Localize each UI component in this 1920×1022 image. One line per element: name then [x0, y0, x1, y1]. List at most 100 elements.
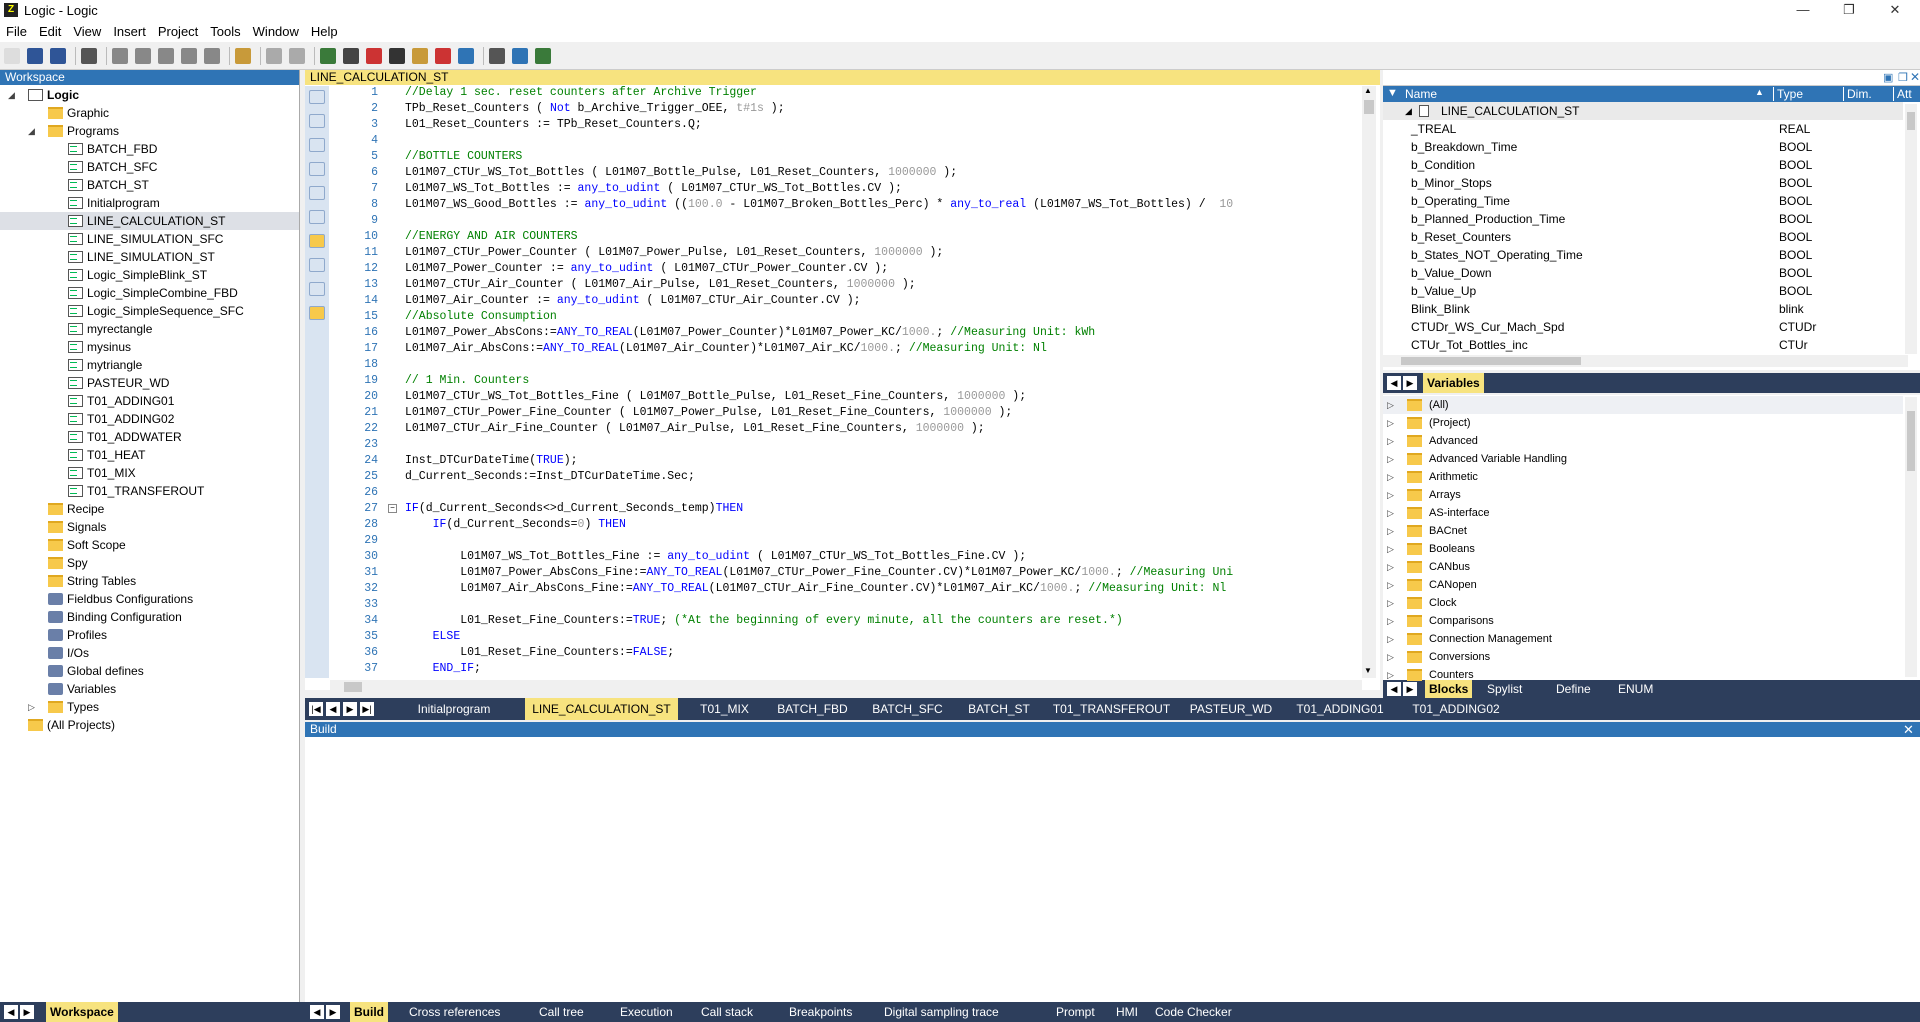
find-icon[interactable]	[235, 48, 251, 64]
lib-prev-button[interactable]: ◀	[1387, 682, 1401, 696]
code-line[interactable]: L01M07_CTUr_Air_Counter ( L01M07_Air_Pul…	[405, 278, 916, 291]
tab-prompt[interactable]: Prompt	[1056, 1002, 1095, 1022]
variable-row[interactable]: b_Operating_Time BOOL	[1383, 192, 1903, 210]
code-line[interactable]: L01M07_WS_Tot_Bottles_Fine := any_to_udi…	[405, 550, 1026, 563]
collapsed-icon[interactable]: ▷	[1387, 414, 1394, 432]
variable-row[interactable]: b_Minor_Stops BOOL	[1383, 174, 1903, 192]
code-area[interactable]: 1 //Delay 1 sec. reset counters after Arc…	[330, 86, 1360, 678]
collapsed-icon[interactable]: ▷	[1387, 396, 1394, 414]
code-line[interactable]: L01M07_Air_AbsCons_Fine:=ANY_TO_REAL(L01…	[405, 582, 1226, 595]
indent-icon[interactable]	[309, 162, 325, 176]
menu-file[interactable]: File	[0, 22, 33, 41]
library-item[interactable]: ▷ Counters	[1383, 666, 1903, 684]
menu-view[interactable]: View	[67, 22, 107, 41]
paste-icon[interactable]	[309, 114, 325, 128]
library-item[interactable]: ▷ Comparisons	[1383, 612, 1903, 630]
code-line[interactable]: d_Current_Seconds:=Inst_DTCurDateTime.Se…	[405, 470, 695, 483]
font-size-icon[interactable]	[309, 90, 325, 104]
variable-row[interactable]: b_Value_Up BOOL	[1383, 282, 1903, 300]
tree-item[interactable]: ◢ Logic	[0, 86, 299, 104]
block-icon[interactable]	[309, 234, 325, 248]
editor-tab[interactable]: Initialprogram	[395, 698, 513, 720]
tree-item[interactable]: mysinus	[0, 338, 299, 356]
next-tab-button[interactable]: ▶	[343, 702, 357, 716]
save-icon[interactable]	[27, 48, 43, 64]
outdent-icon[interactable]	[309, 186, 325, 200]
tree-item[interactable]: Binding Configuration	[0, 608, 299, 626]
library-vscroll[interactable]	[1905, 397, 1917, 677]
last-tab-button[interactable]: ▶|	[360, 702, 374, 716]
code-line[interactable]: L01M07_Power_Counter := any_to_udint ( L…	[405, 262, 888, 275]
if-then-icon[interactable]	[309, 138, 325, 152]
tree-item[interactable]: Initialprogram	[0, 194, 299, 212]
close-button[interactable]: ✕	[1872, 0, 1918, 22]
window-icon[interactable]	[489, 48, 505, 64]
fold-toggle-icon[interactable]: −	[388, 504, 397, 513]
new-file-icon[interactable]	[4, 48, 20, 64]
editor-tab[interactable]: BATCH_SFC	[866, 698, 949, 720]
col-attr[interactable]: Att	[1893, 87, 1912, 101]
list-icon[interactable]	[309, 282, 325, 296]
tab-digital-sampling-trace[interactable]: Digital sampling trace	[884, 1002, 999, 1022]
debug-icon[interactable]	[366, 48, 382, 64]
col-type[interactable]: Type	[1773, 87, 1803, 101]
variable-row[interactable]: b_Breakdown_Time BOOL	[1383, 138, 1903, 156]
restore-button[interactable]: ❐	[1826, 0, 1872, 22]
connect-icon[interactable]	[535, 48, 551, 64]
editor-tab[interactable]: T01_TRANSFEROUT	[1049, 698, 1174, 720]
menu-window[interactable]: Window	[247, 22, 305, 41]
tree-item[interactable]: String Tables	[0, 572, 299, 590]
tree-item[interactable]: Logic_SimpleCombine_FBD	[0, 284, 299, 302]
define-icon[interactable]	[458, 48, 474, 64]
tab-prev-button[interactable]: ◀	[1387, 376, 1401, 390]
menu-project[interactable]: Project	[152, 22, 204, 41]
code-line[interactable]: ELSE	[405, 630, 461, 643]
code-line[interactable]: L01M07_Air_AbsCons:=ANY_TO_REAL(L01M07_A…	[405, 342, 1047, 355]
variable-row[interactable]: Blink_Blink blink	[1383, 300, 1903, 318]
tree-item[interactable]: PASTEUR_WD	[0, 374, 299, 392]
code-line[interactable]: IF(d_Current_Seconds=0) THEN	[405, 518, 626, 531]
library-item[interactable]: ▷ Clock	[1383, 594, 1903, 612]
copy-icon[interactable]	[135, 48, 151, 64]
editor-vertical-scrollbar[interactable]: ▲ ▼	[1362, 86, 1376, 678]
code-line[interactable]: L01M07_WS_Good_Bottles := any_to_udint (…	[405, 198, 1233, 211]
comment-icon[interactable]	[309, 210, 325, 224]
col-name[interactable]: Name	[1405, 87, 1437, 101]
tab-call-tree[interactable]: Call tree	[539, 1002, 584, 1022]
delete-icon[interactable]	[181, 48, 197, 64]
minimize-button[interactable]: —	[1780, 0, 1826, 22]
collapsed-icon[interactable]: ▷	[1387, 540, 1394, 558]
tab-workspace[interactable]: Workspace	[46, 1002, 118, 1022]
code-line[interactable]: L01M07_CTUr_WS_Tot_Bottles ( L01M07_Bott…	[405, 166, 957, 179]
tree-item[interactable]: Soft Scope	[0, 536, 299, 554]
chart-icon[interactable]	[435, 48, 451, 64]
library-item[interactable]: ▷ Arrays	[1383, 486, 1903, 504]
tree-item[interactable]: Logic_SimpleSequence_SFC	[0, 302, 299, 320]
ws-next-button[interactable]: ▶	[20, 1005, 34, 1019]
tree-item[interactable]: ▷ Types	[0, 698, 299, 716]
tree-item[interactable]: Spy	[0, 554, 299, 572]
code-line[interactable]: //BOTTLE COUNTERS	[405, 150, 522, 163]
format-icon[interactable]	[309, 306, 325, 320]
tree-item[interactable]: BATCH_FBD	[0, 140, 299, 158]
variable-row[interactable]: b_Planned_Production_Time BOOL	[1383, 210, 1903, 228]
lib-next-button[interactable]: ▶	[1403, 682, 1417, 696]
tree-item[interactable]: Graphic	[0, 104, 299, 122]
tree-item[interactable]: Logic_SimpleBlink_ST	[0, 266, 299, 284]
menu-help[interactable]: Help	[305, 22, 344, 41]
tree-item[interactable]: (All Projects)	[0, 716, 299, 734]
library-item[interactable]: ▷ BACnet	[1383, 522, 1903, 540]
collapsed-icon[interactable]: ▷	[1387, 666, 1394, 684]
build-close-icon[interactable]: ✕	[1903, 722, 1914, 738]
tab-code-checker[interactable]: Code Checker	[1155, 1002, 1232, 1022]
cut-icon[interactable]	[112, 48, 128, 64]
breakpoint-icon[interactable]	[309, 258, 325, 272]
variable-row[interactable]: CTUDr_WS_Cur_Mach_Spd CTUDr	[1383, 318, 1903, 336]
variables-hscroll[interactable]	[1383, 355, 1908, 367]
tree-item[interactable]: BATCH_ST	[0, 176, 299, 194]
delete-all-icon[interactable]	[204, 48, 220, 64]
tab-build[interactable]: Build	[350, 1002, 388, 1022]
tab-call-stack[interactable]: Call stack	[701, 1002, 753, 1022]
col-dim[interactable]: Dim.	[1843, 87, 1872, 101]
tree-item[interactable]: Signals	[0, 518, 299, 536]
